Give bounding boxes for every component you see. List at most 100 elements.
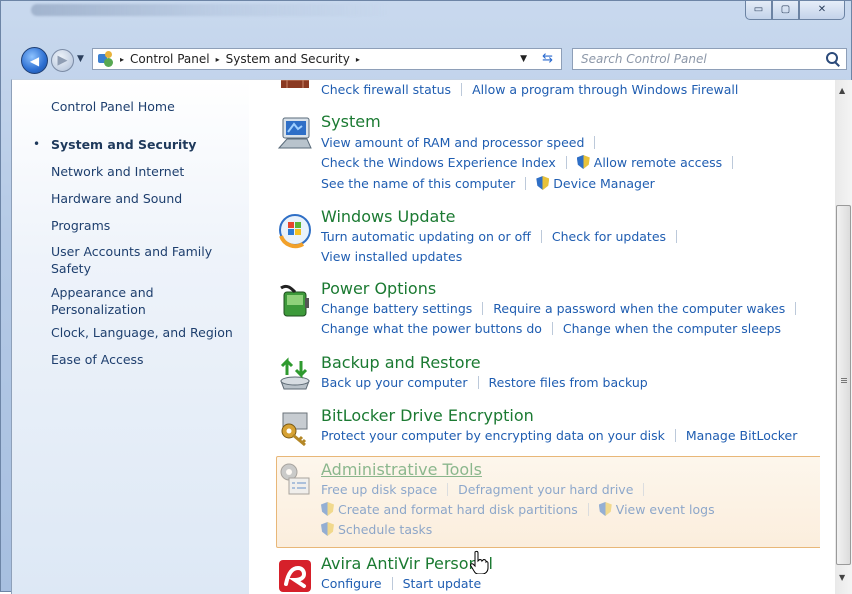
breadcrumb-chevron-icon[interactable]: ▸ xyxy=(216,55,220,64)
system-computer-icon xyxy=(277,117,312,149)
control-panel-icon xyxy=(98,51,114,67)
nav-user-accounts[interactable]: User Accounts and Family Safety xyxy=(51,243,241,277)
windows-update-links-row-1: Turn automatic updating on or off Check f… xyxy=(321,229,687,244)
windows-update-icon xyxy=(279,214,311,249)
breadcrumb-control-panel[interactable]: Control Panel xyxy=(130,52,210,66)
recent-pages-dropdown[interactable]: ▼ xyxy=(77,54,84,64)
scroll-up-icon[interactable]: ▲ xyxy=(839,86,845,95)
admin-links-row-2: Create and format hard disk partitions Vi… xyxy=(321,502,715,517)
link-back-up-computer[interactable]: Back up your computer xyxy=(321,375,468,390)
scrollbar-grip-icon xyxy=(841,378,847,379)
scroll-down-icon[interactable]: ▼ xyxy=(839,573,845,582)
link-disk-partitions[interactable]: Create and format hard disk partitions xyxy=(338,502,578,517)
link-start-update[interactable]: Start update xyxy=(403,576,482,591)
link-view-event-logs[interactable]: View event logs xyxy=(616,502,715,517)
backup-links: Back up your computer Restore files from … xyxy=(321,375,648,390)
caption-buttons: ▭ ▢ ✕ xyxy=(745,1,845,20)
admin-links-row-3: Schedule tasks xyxy=(321,522,432,537)
link-free-up-disk-space[interactable]: Free up disk space xyxy=(321,482,437,497)
current-item-bullet: • xyxy=(33,137,41,151)
backup-restore-title[interactable]: Backup and Restore xyxy=(321,353,481,372)
forward-button[interactable]: ▶ xyxy=(51,49,74,72)
link-computer-name[interactable]: See the name of this computer xyxy=(321,176,515,191)
windows-update-title[interactable]: Windows Update xyxy=(321,207,455,226)
link-computer-sleeps[interactable]: Change when the computer sleeps xyxy=(563,321,781,336)
window-frame: ▭ ▢ ✕ ◀ ▶ ▼ ▸ Control Panel ▸ System and… xyxy=(0,0,852,594)
administrative-tools-title[interactable]: Administrative Tools xyxy=(321,460,482,479)
breadcrumb-chevron-icon[interactable]: ▸ xyxy=(120,55,124,64)
address-bar[interactable]: ▸ Control Panel ▸ System and Security ▸ … xyxy=(92,48,562,70)
uac-shield-icon xyxy=(598,502,612,516)
nav-clock-language-region[interactable]: Clock, Language, and Region xyxy=(51,324,241,341)
maximize-icon: ▢ xyxy=(780,4,791,15)
vertical-scrollbar[interactable]: ▲ ▼ xyxy=(835,80,852,594)
link-restore-files[interactable]: Restore files from backup xyxy=(489,375,648,390)
admin-links-row-1: Free up disk space Defragment your hard d… xyxy=(321,482,654,497)
link-require-password-wake[interactable]: Require a password when the computer wak… xyxy=(493,301,785,316)
back-arrow-icon: ◀ xyxy=(29,53,40,68)
firewall-links: Check firewall status Allow a program thr… xyxy=(321,82,738,97)
system-links-row-2: Check the Windows Experience Index Allow … xyxy=(321,155,743,170)
close-icon: ✕ xyxy=(817,4,827,15)
search-input[interactable] xyxy=(579,51,824,67)
nav-system-and-security: System and Security xyxy=(51,137,197,152)
link-allow-remote-access[interactable]: Allow remote access xyxy=(594,155,722,170)
link-check-for-updates[interactable]: Check for updates xyxy=(552,229,666,244)
uac-shield-icon xyxy=(321,522,334,536)
refresh-icon[interactable]: ⇆ xyxy=(542,51,553,66)
avira-title[interactable]: Avira AntiVir Personal xyxy=(321,554,493,573)
link-experience-index[interactable]: Check the Windows Experience Index xyxy=(321,155,556,170)
avira-umbrella-icon xyxy=(279,560,311,592)
link-schedule-tasks[interactable]: Schedule tasks xyxy=(338,522,432,537)
content-area: Control Panel Home • System and Security… xyxy=(11,79,852,594)
breadcrumb-chevron-icon[interactable]: ▸ xyxy=(356,55,360,64)
nav-hardware-and-sound[interactable]: Hardware and Sound xyxy=(51,190,241,207)
power-options-title[interactable]: Power Options xyxy=(321,279,436,298)
firewall-icon xyxy=(281,80,309,88)
address-dropdown-icon[interactable]: ▼ xyxy=(520,54,527,64)
system-title[interactable]: System xyxy=(321,112,381,131)
power-links-row-1: Change battery settings Require a passwor… xyxy=(321,301,806,316)
nav-network-and-internet[interactable]: Network and Internet xyxy=(51,163,241,180)
nav-ease-of-access[interactable]: Ease of Access xyxy=(51,351,241,368)
nav-control-panel-home[interactable]: Control Panel Home xyxy=(51,98,241,115)
link-manage-bitlocker[interactable]: Manage BitLocker xyxy=(686,428,797,443)
minimize-icon: ▭ xyxy=(753,4,764,15)
navigation-bar: ◀ ▶ ▼ ▸ Control Panel ▸ System and Secur… xyxy=(5,45,849,75)
minimize-button[interactable]: ▭ xyxy=(745,1,772,20)
navigation-pane: Control Panel Home • System and Security… xyxy=(12,80,249,594)
link-automatic-updating[interactable]: Turn automatic updating on or off xyxy=(321,229,531,244)
system-links-row-1: View amount of RAM and processor speed xyxy=(321,135,605,150)
uac-shield-icon xyxy=(536,176,550,190)
breadcrumb-system-and-security[interactable]: System and Security xyxy=(226,52,350,66)
link-check-firewall-status[interactable]: Check firewall status xyxy=(321,82,451,97)
nav-appearance[interactable]: Appearance and Personalization xyxy=(51,284,241,318)
link-defragment[interactable]: Defragment your hard drive xyxy=(458,482,633,497)
bitlocker-links: Protect your computer by encrypting data… xyxy=(321,428,797,443)
power-links-row-2: Change what the power buttons do Change w… xyxy=(321,321,781,336)
scrollbar-thumb[interactable] xyxy=(836,205,851,565)
close-button[interactable]: ✕ xyxy=(799,1,845,20)
backup-restore-icon xyxy=(280,357,310,390)
nav-programs[interactable]: Programs xyxy=(51,217,241,234)
link-encrypt-disk[interactable]: Protect your computer by encrypting data… xyxy=(321,428,665,443)
link-power-buttons[interactable]: Change what the power buttons do xyxy=(321,321,542,336)
window-title-blur xyxy=(31,4,391,16)
link-view-ram-processor[interactable]: View amount of RAM and processor speed xyxy=(321,135,584,150)
link-view-installed-updates[interactable]: View installed updates xyxy=(321,249,462,264)
back-button[interactable]: ◀ xyxy=(21,47,48,74)
link-allow-program-through-firewall[interactable]: Allow a program through Windows Firewall xyxy=(472,82,738,97)
bitlocker-title[interactable]: BitLocker Drive Encryption xyxy=(321,406,534,425)
uac-shield-icon xyxy=(576,155,590,169)
power-options-icon xyxy=(280,284,309,317)
windows-update-links-row-2: View installed updates xyxy=(321,249,462,264)
hand-cursor-icon xyxy=(470,550,489,574)
uac-shield-icon xyxy=(321,502,334,516)
link-device-manager[interactable]: Device Manager xyxy=(553,176,655,191)
link-configure[interactable]: Configure xyxy=(321,576,382,591)
search-icon[interactable] xyxy=(824,50,842,68)
bitlocker-key-icon xyxy=(281,412,308,447)
link-change-battery-settings[interactable]: Change battery settings xyxy=(321,301,472,316)
search-box[interactable] xyxy=(572,48,847,70)
maximize-button[interactable]: ▢ xyxy=(772,1,799,20)
